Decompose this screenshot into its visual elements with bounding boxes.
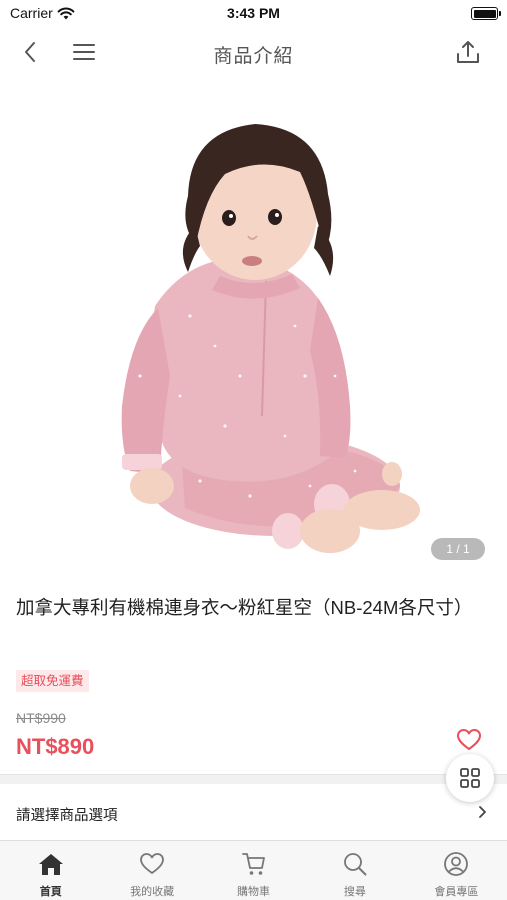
search-icon xyxy=(344,853,367,876)
share-icon xyxy=(457,41,479,63)
navigation-bar: 商品介紹 xyxy=(0,28,507,76)
tab-label: 搜尋 xyxy=(343,886,366,898)
product-title: 加拿大專利有機棉連身衣～粉紅星空（NB-24M各尺寸） xyxy=(16,597,473,618)
cart-icon xyxy=(241,853,265,875)
image-counter: 1 / 1 xyxy=(431,538,485,560)
tab-label: 會員專區 xyxy=(434,886,479,898)
page-title: 商品介紹 xyxy=(213,46,294,67)
status-bar: Carrier 3:43 PM xyxy=(0,0,507,28)
grid-icon xyxy=(460,768,480,788)
tab-label: 首頁 xyxy=(39,886,62,898)
bottom-tab-bar: 首頁 我的收藏 購物車 搜尋 會員專區 xyxy=(0,840,507,900)
tab-home[interactable]: 首頁 xyxy=(0,841,101,900)
promo-badge: 超取免運費 xyxy=(16,670,89,692)
home-icon xyxy=(38,854,63,875)
floating-grid-button[interactable] xyxy=(446,754,494,802)
share-button[interactable] xyxy=(452,36,484,68)
options-label: 請選擇商品選項 xyxy=(16,808,118,824)
tab-label: 我的收藏 xyxy=(130,886,175,898)
tab-member[interactable]: 會員專區 xyxy=(406,841,507,900)
baby-in-onesie-illustration xyxy=(121,124,420,553)
tab-search[interactable]: 搜尋 xyxy=(304,841,405,900)
status-time: 3:43 PM xyxy=(227,5,280,21)
section-divider xyxy=(0,774,507,784)
sale-price: NT$890 xyxy=(16,734,95,759)
heart-icon xyxy=(140,853,165,874)
tab-label: 購物車 xyxy=(237,886,271,898)
user-icon xyxy=(444,852,469,876)
heart-outline-icon xyxy=(457,729,481,750)
chevron-right-icon xyxy=(479,806,486,818)
tab-favorites[interactable]: 我的收藏 xyxy=(101,841,202,900)
battery-icon xyxy=(471,7,501,20)
product-options-row[interactable]: 請選擇商品選項 xyxy=(0,784,507,840)
favorite-button[interactable] xyxy=(456,728,482,754)
tab-cart[interactable]: 購物車 xyxy=(203,841,304,900)
product-image[interactable]: 1 / 1 xyxy=(0,76,507,576)
original-price: NT$990 xyxy=(16,710,66,726)
